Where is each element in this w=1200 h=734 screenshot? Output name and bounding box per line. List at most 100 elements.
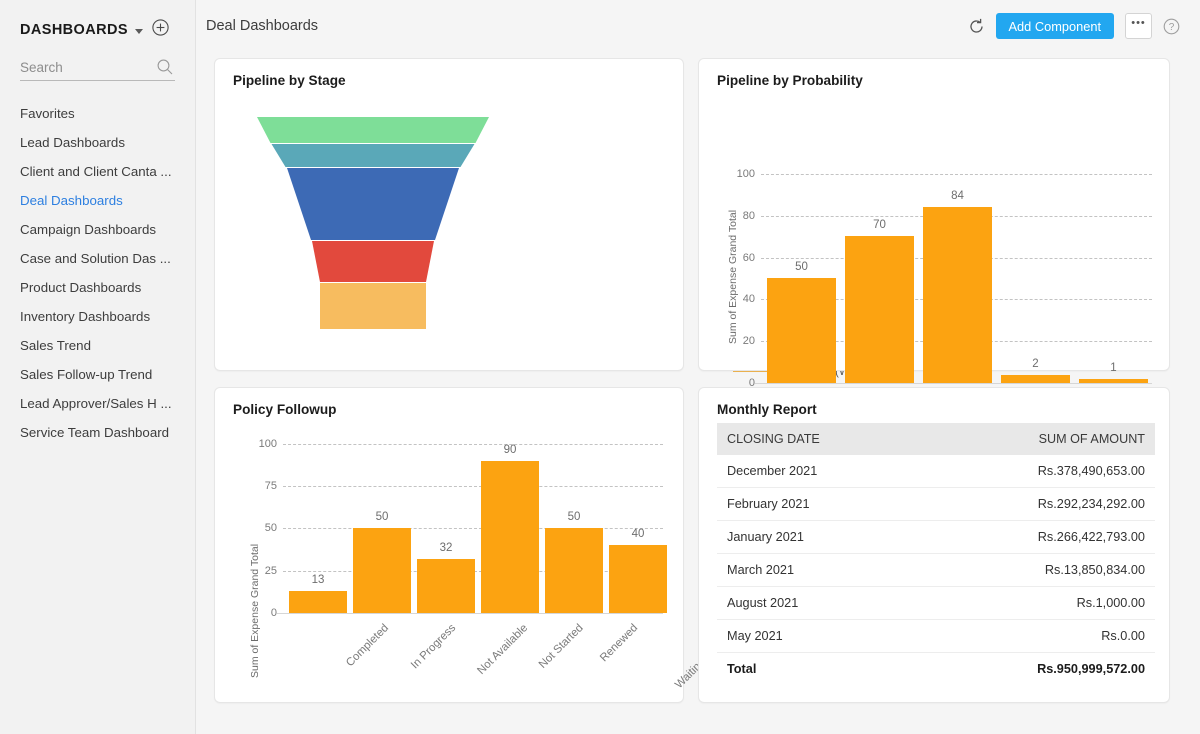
funnel-segment-part-due[interactable] [287, 168, 459, 240]
sidebar-item-inventory-dashboards[interactable]: Inventory Dashboards [20, 302, 175, 331]
y-tick-50: 50 [264, 522, 277, 534]
x-tick-in-progress: In Progress [408, 622, 459, 672]
svg-text:?: ? [1169, 22, 1175, 33]
column-header-closing-date[interactable]: CLOSING DATE [717, 423, 923, 455]
cell-closing-date: May 2021 [717, 619, 923, 653]
chevron-down-icon[interactable] [134, 28, 143, 34]
bar-completed[interactable] [289, 591, 347, 613]
y-tick-25: 25 [264, 565, 277, 577]
sidebar-item-case-solution[interactable]: Case and Solution Das ... [20, 244, 175, 273]
bar-waiting-for-reply[interactable] [609, 545, 667, 613]
search-icon [156, 58, 174, 81]
y-tick-60: 60 [742, 252, 755, 264]
table-header-row: CLOSING DATE SUM OF AMOUNT [717, 423, 1155, 455]
top-toolbar: Deal Dashboards Add Component ••• ? [196, 0, 1200, 52]
table-row[interactable]: February 2021 Rs.292,234,292.00 [717, 487, 1155, 521]
refresh-icon[interactable] [968, 18, 985, 35]
table-row[interactable]: December 2021 Rs.378,490,653.00 [717, 455, 1155, 488]
table-row[interactable]: August 2021 Rs.1,000.00 [717, 586, 1155, 620]
bar-value-90: 1 [1110, 362, 1117, 374]
x-tick-completed: Completed [344, 622, 392, 670]
bar-value-not-started: 90 [503, 444, 517, 456]
gridline-100 [761, 174, 1152, 175]
bar-90[interactable] [1079, 379, 1148, 383]
card-pipeline-by-stage: Pipeline by Stage [214, 58, 886, 378]
y-tick-40: 40 [742, 293, 755, 305]
table-row[interactable]: May 2021 Rs.0.00 [717, 619, 1155, 653]
funnel-segment-closed[interactable] [257, 117, 489, 143]
bar-in-progress[interactable] [353, 528, 411, 613]
funnel-segment-policy-not-issued[interactable] [271, 144, 475, 167]
cell-sum-of-amount: Rs.13,850,834.00 [922, 553, 1155, 587]
bar-chart-policy-followup: Sum of Expense Grand Total 100 75 50 25 … [215, 388, 742, 702]
sidebar-title: DASHBOARDS [20, 22, 128, 38]
bar-value-waiting-for-reply: 40 [631, 528, 645, 540]
funnel-segment-closed-won-2[interactable] [320, 283, 426, 329]
add-component-button[interactable]: Add Component [995, 13, 1114, 39]
bar-value-75: 2 [1032, 358, 1039, 370]
cell-total-label: Total [727, 662, 757, 676]
cell-closing-date: March 2021 [717, 553, 923, 587]
bar-value-60: 84 [951, 190, 964, 202]
sidebar-item-sales-trend[interactable]: Sales Trend [20, 331, 175, 360]
cell-total-value: Rs.950,999,572.00 [1037, 662, 1145, 676]
bar-40[interactable] [845, 236, 914, 383]
x-axis-line [277, 613, 663, 614]
bar-60[interactable] [923, 207, 992, 383]
sidebar-item-campaign-dashboards[interactable]: Campaign Dashboards [20, 215, 175, 244]
monthly-report-table: CLOSING DATE SUM OF AMOUNT December 2021… [717, 423, 1155, 685]
card-policy-followup: Policy Followup Sum of Expense Grand Tot… [214, 387, 742, 703]
bar-value-in-progress: 50 [375, 511, 389, 523]
gridline-100 [283, 444, 663, 445]
bar-value-not-available: 32 [439, 542, 453, 554]
plus-circle-icon[interactable] [152, 19, 169, 41]
cell-closing-date: December 2021 [717, 455, 923, 488]
sidebar-item-service-team[interactable]: Service Team Dashboard [20, 418, 175, 447]
bar-renewed[interactable] [545, 528, 603, 613]
x-tick-renewed: Renewed [597, 622, 641, 665]
bar-not-available[interactable] [417, 559, 475, 613]
bar-value-20: 50 [795, 261, 808, 273]
sidebar-item-deal-dashboards[interactable]: Deal Dashboards [20, 186, 175, 215]
dashboard-grid: Pipeline by Stage Pipeline by Probabilit… [196, 52, 1200, 703]
cell-sum-of-amount: Rs.378,490,653.00 [922, 455, 1155, 488]
card-title: Monthly Report [717, 402, 817, 417]
funnel-chart: Closed Policy Not Issued Part Due Closed… [215, 59, 886, 378]
sidebar-item-lead-dashboards[interactable]: Lead Dashboards [20, 128, 175, 157]
x-tick-not-started: Not Started [536, 622, 586, 671]
cell-closing-date: January 2021 [717, 520, 923, 554]
sidebar-item-product-dashboards[interactable]: Product Dashboards [20, 273, 175, 302]
funnel-segment-closed-won-1[interactable] [312, 241, 434, 282]
funnel-shape [257, 117, 489, 329]
y-tick-100: 100 [736, 168, 755, 180]
sidebar-nav: Favorites Lead Dashboards Client and Cli… [20, 99, 175, 447]
sidebar-item-favorites[interactable]: Favorites [20, 99, 175, 128]
cell-sum-of-amount: Rs.266,422,793.00 [922, 520, 1155, 554]
cell-closing-date: August 2021 [717, 586, 923, 620]
table-row[interactable]: March 2021 Rs.13,850,834.00 [717, 553, 1155, 587]
column-header-sum-of-amount[interactable]: SUM OF AMOUNT [922, 423, 1155, 455]
search-box[interactable] [20, 55, 175, 81]
bar-20[interactable] [767, 278, 836, 383]
bar-75[interactable] [1001, 375, 1070, 383]
ellipsis-icon[interactable]: ••• [1125, 13, 1152, 39]
sidebar-item-sales-followup-trend[interactable]: Sales Follow-up Trend [20, 360, 175, 389]
bar-value-renewed: 50 [567, 511, 581, 523]
bar-value-completed: 13 [311, 574, 325, 586]
help-circle-icon[interactable]: ? [1163, 18, 1180, 35]
sidebar-header: DASHBOARDS [20, 0, 175, 46]
x-tick-not-available: Not Available [475, 622, 531, 677]
cell-sum-of-amount: Rs.0.00 [922, 619, 1155, 653]
sidebar-item-client-canta[interactable]: Client and Client Canta ... [20, 157, 175, 186]
table-row[interactable]: January 2021 Rs.266,422,793.00 [717, 520, 1155, 554]
bar-not-started[interactable] [481, 461, 539, 613]
y-tick-75: 75 [264, 480, 277, 492]
table-total-row: Total Rs.950,999,572.00 [717, 653, 1155, 686]
sidebar-item-lead-approver[interactable]: Lead Approver/Sales H ... [20, 389, 175, 418]
search-input[interactable] [20, 55, 155, 79]
bar-chart-probability: Sum of Expense Grand Total 100 80 60 40 … [699, 59, 1169, 401]
y-tick-0: 0 [270, 607, 277, 619]
toolbar-actions: Add Component ••• ? [968, 13, 1180, 39]
y-axis-label: Sum of Expense Grand Total [727, 209, 739, 344]
page-title: Deal Dashboards [206, 18, 319, 34]
